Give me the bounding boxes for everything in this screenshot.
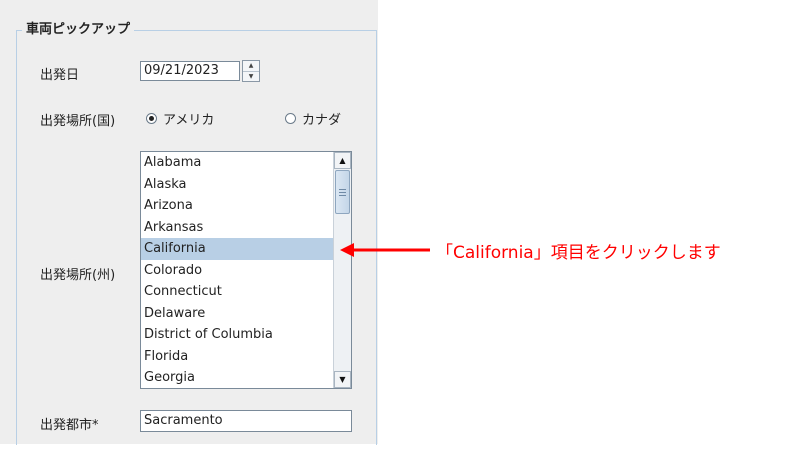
scroll-thumb[interactable] xyxy=(335,170,350,214)
departure-date-label: 出発日 xyxy=(40,68,80,83)
scroll-down-icon[interactable]: ▼ xyxy=(334,371,351,388)
radio-canada[interactable]: カナダ xyxy=(285,109,341,128)
list-item-delaware[interactable]: Delaware xyxy=(141,303,334,325)
departure-city-label: 出発都市* xyxy=(40,418,99,433)
group-title: 車両ピックアップ xyxy=(22,18,135,37)
departure-country-label: 出発場所(国) xyxy=(40,114,116,129)
state-list[interactable]: Alabama Alaska Arizona Arkansas California Co… xyxy=(140,151,352,389)
list-item-colorado[interactable]: Colorado xyxy=(141,260,334,282)
departure-city-field[interactable]: Sacramento xyxy=(140,410,352,432)
list-item-arkansas[interactable]: Arkansas xyxy=(141,217,334,239)
departure-state-label: 出発場所(州) xyxy=(40,268,116,283)
radio-unchecked-icon[interactable] xyxy=(285,113,296,124)
radio-usa[interactable]: アメリカ xyxy=(146,109,214,128)
grip-icon xyxy=(339,188,346,196)
radio-canada-label: カナダ xyxy=(302,113,342,128)
date-spinner[interactable]: ▲ ▼ xyxy=(242,60,260,82)
radio-usa-label: アメリカ xyxy=(163,113,215,128)
state-list-scrollbar[interactable]: ▲ ▼ xyxy=(333,152,351,388)
list-item-california[interactable]: California xyxy=(141,238,334,260)
spin-down-icon[interactable]: ▼ xyxy=(243,72,259,82)
callout-text: 「California」項目をクリックします xyxy=(436,243,721,263)
list-item-alaska[interactable]: Alaska xyxy=(141,174,334,196)
state-list-items: Alabama Alaska Arizona Arkansas California Co… xyxy=(141,152,334,388)
radio-checked-icon[interactable] xyxy=(146,113,157,124)
list-item-arizona[interactable]: Arizona xyxy=(141,195,334,217)
list-item-connecticut[interactable]: Connecticut xyxy=(141,281,334,303)
spin-up-icon[interactable]: ▲ xyxy=(243,61,259,72)
list-item-district-of-columbia[interactable]: District of Columbia xyxy=(141,324,334,346)
list-item-florida[interactable]: Florida xyxy=(141,346,334,368)
departure-date-field[interactable]: 09/21/2023 xyxy=(140,61,240,81)
callout-arrow-icon xyxy=(340,243,430,257)
list-item-georgia[interactable]: Georgia xyxy=(141,367,334,388)
scroll-up-icon[interactable]: ▲ xyxy=(334,152,351,169)
list-item-alabama[interactable]: Alabama xyxy=(141,152,334,174)
